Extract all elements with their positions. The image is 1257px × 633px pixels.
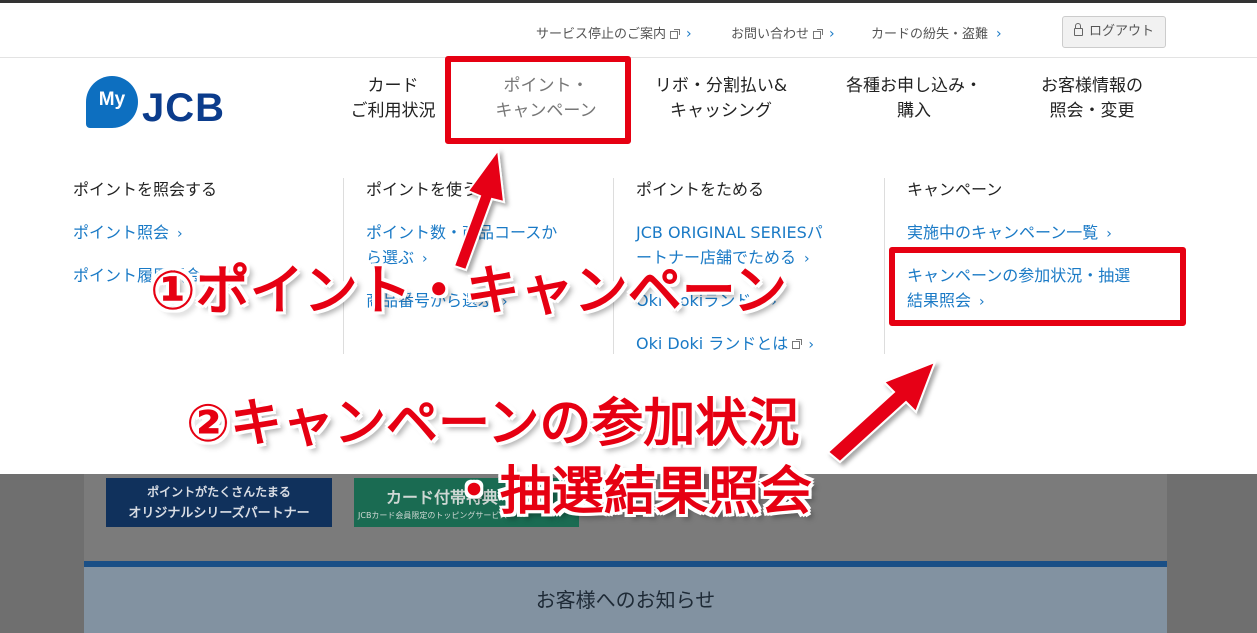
arrow-up-right-icon (826, 360, 937, 464)
annotation-step2-line2: ・抽選結果照会 (448, 462, 813, 522)
annotation-step1: ①ポイント・キャンペーン (150, 259, 788, 322)
arrow-up-icon (452, 147, 506, 272)
annotation-step2-line1: ②キャンペーンの参加状況 (186, 394, 800, 454)
